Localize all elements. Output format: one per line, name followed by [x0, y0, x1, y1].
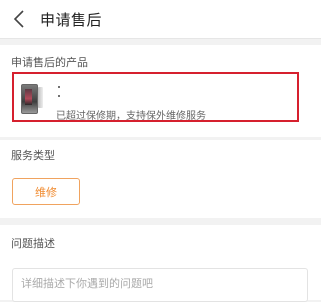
top-bar: 申请售后: [0, 0, 321, 39]
chevron-left-icon: [13, 10, 24, 28]
warranty-note: 已超过保修期，支持保外维修服务: [56, 111, 206, 122]
service-type-section: 服务类型 维修: [0, 140, 321, 218]
page-title: 申请售后: [40, 10, 103, 29]
service-type-title: 服务类型: [11, 149, 55, 162]
product-model: [58, 95, 60, 97]
product-section-title: 申请售后的产品: [11, 56, 88, 69]
problem-section-title: 问题描述: [11, 237, 55, 250]
product-card[interactable]: 已超过保修期，支持保外维修服务: [12, 72, 299, 122]
phone-screen: [25, 89, 32, 105]
problem-placeholder: 详细描述下你遇到的问题吧: [21, 277, 153, 290]
phone-side-image: [38, 87, 43, 108]
product-name: [58, 86, 60, 88]
problem-description-input[interactable]: 详细描述下你遇到的问题吧: [12, 268, 308, 302]
back-button[interactable]: [2, 0, 36, 38]
problem-section: 问题描述 详细描述下你遇到的问题吧: [0, 225, 321, 302]
product-section: 申请售后的产品 已超过保修期，支持保外维修服务: [0, 45, 321, 137]
phone-image: [21, 84, 38, 114]
repair-option-button[interactable]: 维修: [12, 178, 80, 205]
